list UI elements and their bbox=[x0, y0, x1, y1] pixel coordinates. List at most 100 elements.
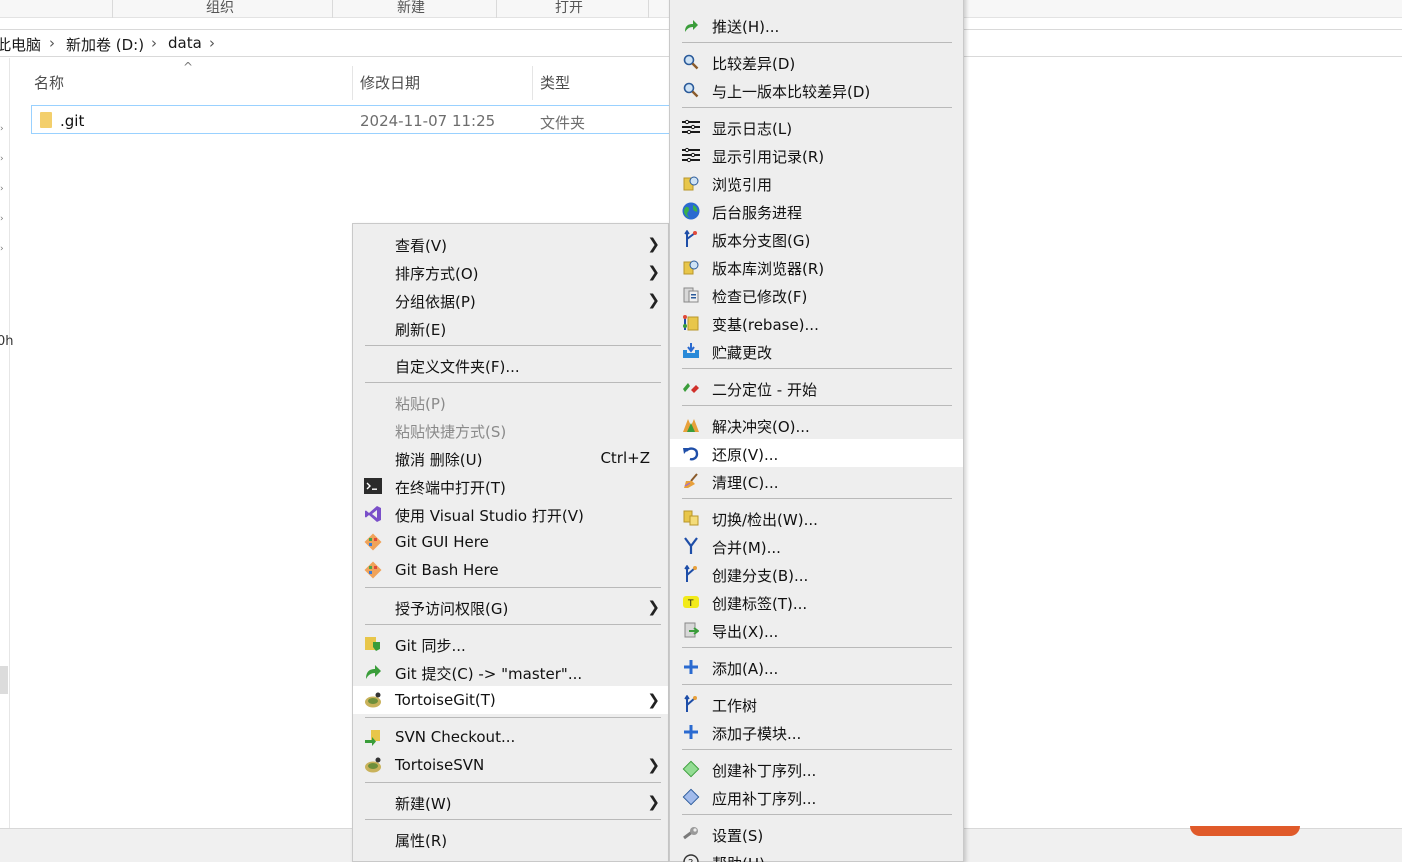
menu-item-create-patch[interactable]: 创建补丁序列... bbox=[670, 755, 963, 783]
menu-item-sort-by[interactable]: 排序方式(O) ❯ bbox=[353, 258, 668, 286]
ribbon-separator bbox=[112, 0, 113, 18]
diff-icon bbox=[682, 53, 700, 71]
shortcut-text: Ctrl+Z bbox=[600, 449, 650, 467]
menu-item-daemon[interactable]: 后台服务进程 bbox=[670, 197, 963, 225]
revision-graph-icon bbox=[682, 230, 700, 248]
export-icon bbox=[682, 621, 700, 639]
menu-item-resolve[interactable]: 解决冲突(O)... bbox=[670, 411, 963, 439]
menu-item-group-by[interactable]: 分组依据(P) ❯ bbox=[353, 286, 668, 314]
menu-separator bbox=[682, 749, 952, 750]
submenu-arrow-icon: ❯ bbox=[647, 793, 660, 811]
menu-item-refresh[interactable]: 刷新(E) bbox=[353, 314, 668, 342]
menu-item-push[interactable]: 推送(H)... bbox=[670, 11, 963, 39]
menu-separator bbox=[365, 345, 661, 346]
menu-item-give-access[interactable]: 授予访问权限(G) ❯ bbox=[353, 593, 668, 621]
breadcrumb-data[interactable]: data bbox=[168, 34, 202, 52]
nav-scroll-thumb[interactable] bbox=[0, 666, 8, 694]
menu-item-export[interactable]: 导出(X)... bbox=[670, 616, 963, 644]
menu-separator bbox=[682, 42, 952, 43]
expand-chevron-icon[interactable]: › bbox=[0, 154, 4, 164]
menu-item-create-branch[interactable]: 创建分支(B)... bbox=[670, 560, 963, 588]
menu-item-stash[interactable]: 贮藏更改 bbox=[670, 337, 963, 365]
menu-item-worktree[interactable]: 工作树 bbox=[670, 690, 963, 718]
menu-item-cleanup[interactable]: 清理(C)... bbox=[670, 467, 963, 495]
breadcrumb-chevron-icon[interactable]: › bbox=[209, 34, 215, 52]
menu-item-add[interactable]: 添加(A)... bbox=[670, 653, 963, 681]
menu-item-new[interactable]: 新建(W) ❯ bbox=[353, 788, 668, 816]
settings-icon bbox=[682, 825, 700, 843]
file-type: 文件夹 bbox=[540, 114, 586, 132]
breadcrumb-drive-d[interactable]: 新加卷 (D:) bbox=[66, 34, 144, 55]
menu-separator bbox=[682, 368, 952, 369]
menu-item-git-gui-here[interactable]: Git GUI Here bbox=[353, 528, 668, 556]
menu-item-revision-graph[interactable]: 版本分支图(G) bbox=[670, 225, 963, 253]
menu-item-svn-checkout[interactable]: SVN Checkout... bbox=[353, 723, 668, 751]
navigation-pane: › › › › › 0h bbox=[0, 58, 14, 828]
menu-item-view[interactable]: 查看(V) ❯ bbox=[353, 230, 668, 258]
rebase-icon bbox=[682, 314, 700, 332]
diff-previous-icon bbox=[682, 81, 700, 99]
sort-ascending-icon: ^ bbox=[183, 60, 194, 74]
merge-icon bbox=[682, 537, 700, 555]
context-menu: 查看(V) ❯ 排序方式(O) ❯ 分组依据(P) ❯ 刷新(E) 自定义文件夹… bbox=[352, 223, 669, 862]
column-header-name[interactable]: 名称 bbox=[34, 72, 64, 93]
menu-separator bbox=[365, 624, 661, 625]
ribbon-group-open: 打开 bbox=[555, 0, 583, 16]
menu-item-diff-previous[interactable]: 与上一版本比较差异(D) bbox=[670, 76, 963, 104]
menu-item-browse-refs[interactable]: 浏览引用 bbox=[670, 169, 963, 197]
menu-item-git-sync[interactable]: Git 同步... bbox=[353, 630, 668, 658]
menu-item-show-log[interactable]: 显示日志(L) bbox=[670, 113, 963, 141]
menu-item-show-reflog[interactable]: 显示引用记录(R) bbox=[670, 141, 963, 169]
expand-chevron-icon[interactable]: › bbox=[0, 124, 4, 134]
column-divider[interactable] bbox=[532, 66, 533, 100]
menu-item-customize-folder[interactable]: 自定义文件夹(F)... bbox=[353, 351, 668, 379]
menu-item-add-submodule[interactable]: 添加子模块... bbox=[670, 718, 963, 746]
menu-separator bbox=[365, 782, 661, 783]
menu-separator bbox=[682, 498, 952, 499]
menu-item-settings[interactable]: 设置(S) bbox=[670, 820, 963, 848]
menu-item-rebase[interactable]: 变基(rebase)... bbox=[670, 309, 963, 337]
menu-item-properties[interactable]: 属性(R) bbox=[353, 825, 668, 853]
column-header-date[interactable]: 修改日期 bbox=[360, 72, 420, 93]
menu-item-open-in-terminal[interactable]: 在终端中打开(T) bbox=[353, 472, 668, 500]
bisect-icon bbox=[682, 379, 700, 397]
menu-item-revert[interactable]: 还原(V)... bbox=[670, 439, 963, 467]
expand-chevron-icon[interactable]: › bbox=[0, 244, 4, 254]
menu-separator bbox=[682, 107, 952, 108]
menu-item-bisect-start[interactable]: 二分定位 - 开始 bbox=[670, 374, 963, 402]
git-sync-icon bbox=[364, 635, 382, 653]
expand-chevron-icon[interactable]: › bbox=[0, 184, 4, 194]
menu-item-diff[interactable]: 比较差异(D) bbox=[670, 48, 963, 76]
tag-icon: T bbox=[682, 593, 700, 611]
submenu-arrow-icon: ❯ bbox=[647, 598, 660, 616]
ribbon-separator bbox=[332, 0, 333, 18]
expand-chevron-icon[interactable]: › bbox=[0, 214, 4, 224]
menu-item-create-tag[interactable]: T 创建标签(T)... bbox=[670, 588, 963, 616]
file-date: 2024-11-07 11:25 bbox=[360, 112, 496, 130]
log-icon bbox=[682, 118, 700, 136]
create-patch-icon bbox=[682, 760, 700, 778]
menu-item-paste-shortcut: 粘贴快捷方式(S) bbox=[395, 423, 507, 441]
menu-item-git-bash-here[interactable]: Git Bash Here bbox=[353, 556, 668, 584]
breadcrumb-this-pc[interactable]: 此电脑 bbox=[0, 34, 41, 55]
ribbon-separator bbox=[496, 0, 497, 18]
menu-item-help[interactable]: ? 帮助(H) bbox=[670, 848, 963, 862]
resolve-icon bbox=[682, 416, 700, 434]
breadcrumb-chevron-icon[interactable]: › bbox=[49, 34, 55, 52]
menu-item-tortoisesvn[interactable]: TortoiseSVN ❯ bbox=[353, 751, 668, 779]
column-header-type[interactable]: 类型 bbox=[540, 72, 570, 93]
menu-item-repo-browser[interactable]: 版本库浏览器(R) bbox=[670, 253, 963, 281]
menu-item-undo-delete[interactable]: 撤消 删除(U) Ctrl+Z bbox=[353, 444, 668, 472]
revert-icon bbox=[682, 444, 700, 462]
menu-item-git-commit[interactable]: Git 提交(C) -> "master"... bbox=[353, 658, 668, 686]
file-row-git[interactable]: .git 2024-11-07 11:25 文件夹 bbox=[31, 105, 671, 134]
menu-item-merge[interactable]: 合并(M)... bbox=[670, 532, 963, 560]
menu-item-tortoisegit[interactable]: TortoiseGit(T) ❯ bbox=[353, 686, 668, 714]
column-divider[interactable] bbox=[352, 66, 353, 100]
menu-item-switch-checkout[interactable]: 切换/检出(W)... bbox=[670, 504, 963, 532]
breadcrumb-chevron-icon[interactable]: › bbox=[151, 34, 157, 52]
menu-item-apply-patch[interactable]: 应用补丁序列... bbox=[670, 783, 963, 811]
tortoisegit-submenu: 推送(H)... 比较差异(D) 与上一版本比较差异(D) 显示日志(L) 显示… bbox=[669, 0, 964, 862]
menu-item-check-modifications[interactable]: 检查已修改(F) bbox=[670, 281, 963, 309]
menu-item-open-visual-studio[interactable]: 使用 Visual Studio 打开(V) bbox=[353, 500, 668, 528]
